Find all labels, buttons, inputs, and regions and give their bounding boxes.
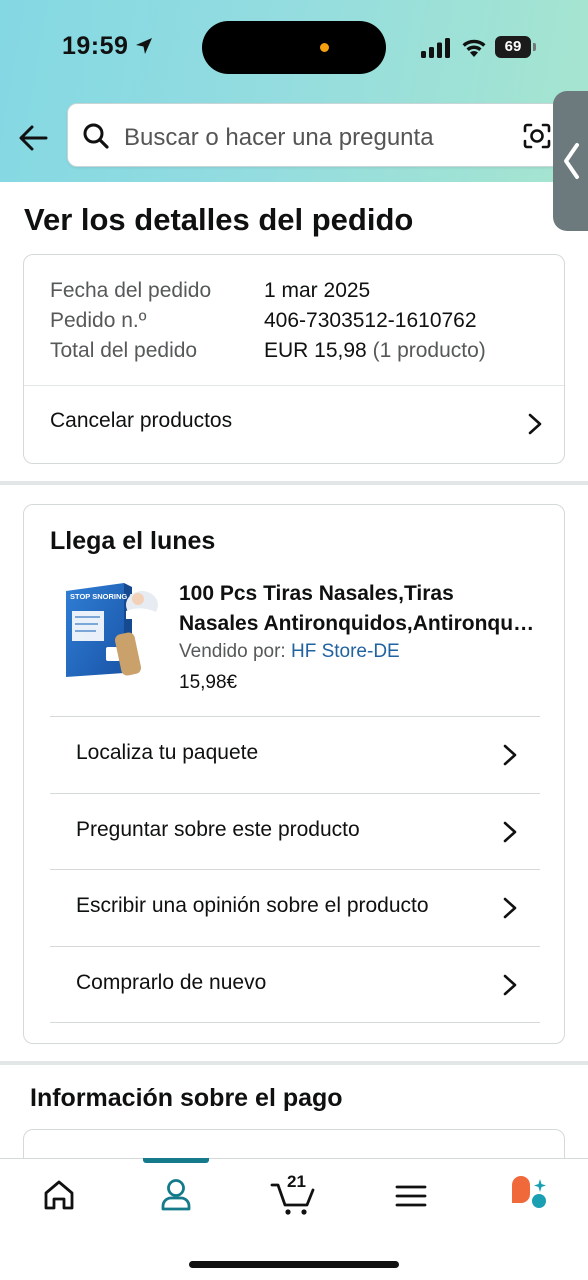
- product-title-line-2: Nasales Antironquidos,Antironquidos: [179, 612, 539, 635]
- ask-about-product-row[interactable]: Preguntar sobre este producto: [50, 793, 540, 870]
- location-arrow-icon: [136, 38, 152, 54]
- home-icon[interactable]: [29, 1173, 89, 1217]
- cancel-products-label: Cancelar productos: [50, 409, 233, 432]
- search-placeholder: Buscar o hacer una pregunta: [124, 124, 434, 151]
- search-icon: [83, 123, 109, 149]
- order-date-value: 1 mar 2025: [264, 279, 371, 302]
- cancel-products-row[interactable]: Cancelar productos: [24, 386, 564, 464]
- page-title: Ver los detalles del pedido: [24, 202, 414, 237]
- track-package-label: Localiza tu paquete: [76, 741, 259, 764]
- dynamic-island: [202, 21, 386, 74]
- section-separator: [0, 1061, 588, 1065]
- battery-indicator: 69: [495, 36, 537, 58]
- search-input[interactable]: Buscar o hacer una pregunta: [67, 103, 567, 167]
- battery-level: 69: [495, 36, 531, 58]
- delivery-card: Llega el lunes STOP SNORING STRIPS 100 P…: [23, 504, 565, 1044]
- write-review-label: Escribir una opinión sobre el producto: [76, 894, 429, 917]
- menu-icon[interactable]: [381, 1173, 441, 1217]
- status-time: 19:59: [62, 32, 129, 60]
- order-total-value: EUR 15,98 (1 producto): [264, 339, 486, 363]
- buy-again-label: Comprarlo de nuevo: [76, 971, 267, 994]
- order-summary-card: Fecha del pedido 1 mar 2025 Pedido n.º 4…: [23, 254, 565, 464]
- buy-again-row[interactable]: Comprarlo de nuevo: [50, 946, 540, 1023]
- ask-about-product-label: Preguntar sobre este producto: [76, 818, 360, 841]
- sold-by: Vendido por: HF Store-DE: [179, 641, 400, 663]
- cellular-signal-icon: [421, 38, 450, 58]
- battery-tip: [533, 43, 536, 51]
- home-indicator: [189, 1261, 399, 1268]
- seller-link[interactable]: HF Store-DE: [291, 641, 400, 662]
- chevron-right-icon: [503, 974, 517, 996]
- product-price: 15,98€: [179, 672, 238, 693]
- side-panel-tab[interactable]: [553, 91, 588, 231]
- order-number-label: Pedido n.º: [50, 309, 147, 332]
- header: 19:59 69 Buscar o hacer una pregunta: [0, 0, 588, 231]
- order-date-label: Fecha del pedido: [50, 279, 212, 302]
- write-review-row[interactable]: Escribir una opinión sobre el producto: [50, 869, 540, 946]
- privacy-indicator-dot: [320, 43, 329, 52]
- chevron-right-icon: [503, 821, 517, 843]
- product-title-line-1: 100 Pcs Tiras Nasales,Tiras: [179, 582, 454, 605]
- camera-lens-icon[interactable]: [523, 123, 551, 149]
- rufus-assistant-icon[interactable]: [498, 1173, 558, 1217]
- section-separator: [0, 481, 588, 485]
- chevron-right-icon: [503, 897, 517, 919]
- chevron-left-icon: [564, 143, 579, 179]
- order-total-label: Total del pedido: [50, 339, 198, 362]
- order-number-value: 406-7303512-1610762: [264, 309, 477, 332]
- order-item-count: (1 producto): [372, 339, 486, 362]
- order-total-amount: EUR 15,98: [264, 339, 367, 362]
- chevron-right-icon: [503, 744, 517, 766]
- delivery-status-title: Llega el lunes: [50, 527, 216, 555]
- bottom-navigation: 21: [0, 1158, 588, 1280]
- sold-by-label: Vendido por:: [179, 641, 286, 662]
- wifi-icon: [462, 39, 486, 57]
- product-title[interactable]: 100 Pcs Tiras Nasales,Tiras Nasales Anti…: [179, 579, 539, 639]
- cart-count-badge: 21: [287, 1172, 306, 1191]
- back-arrow-icon[interactable]: [16, 120, 52, 156]
- payment-info-title: Información sobre el pago: [30, 1084, 343, 1112]
- divider: [50, 1022, 540, 1023]
- account-icon[interactable]: [146, 1173, 206, 1217]
- product-image[interactable]: STOP SNORING STRIPS: [62, 577, 160, 681]
- active-tab-indicator: [143, 1158, 209, 1163]
- chevron-right-icon: [528, 413, 542, 435]
- track-package-row[interactable]: Localiza tu paquete: [50, 716, 540, 793]
